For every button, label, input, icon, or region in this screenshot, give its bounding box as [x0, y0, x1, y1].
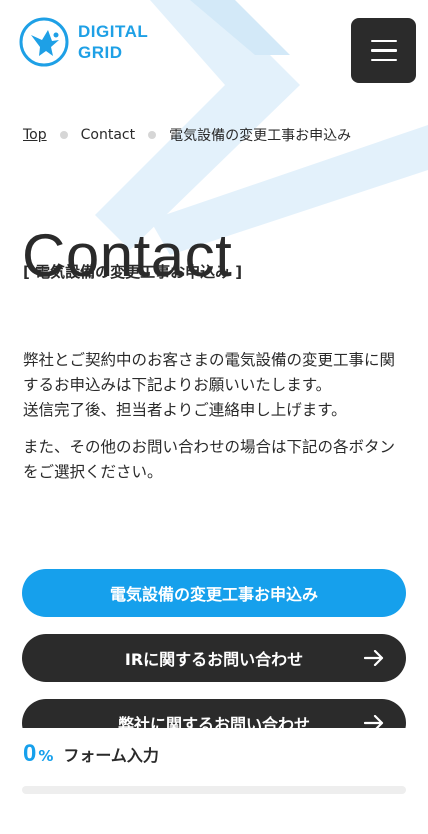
logo-line-1: DIGITAL	[78, 22, 149, 41]
intro-line-1: 弊社とご契約中のお客さまの電気設備の変更工事に関するお申込みは下記よりお願いいた…	[23, 351, 396, 394]
breadcrumb: Top Contact 電気設備の変更工事お申込み	[23, 125, 351, 145]
progress-unit: %	[38, 747, 54, 765]
progress-readout: 0 % フォーム入力	[23, 740, 159, 768]
form-progress-panel: 0 % フォーム入力	[0, 728, 428, 834]
ir-inquiry-button[interactable]: IRに関するお問い合わせ	[22, 634, 406, 682]
ir-inquiry-label: IRに関するお問い合わせ	[124, 650, 304, 669]
intro-text: 弊社とご契約中のお客さまの電気設備の変更工事に関するお申込みは下記よりお願いいた…	[23, 348, 403, 485]
logo[interactable]: DIGITAL GRID	[18, 16, 148, 68]
intro-paragraph-2: また、その他のお問い合わせの場合は下記の各ボタンをご選択ください。	[23, 438, 396, 481]
logo-line-2: GRID	[78, 43, 123, 62]
electrical-work-application-label: 電気設備の変更工事お申込み	[109, 585, 318, 604]
hamburger-icon-bar-2	[370, 49, 397, 52]
site-header: DIGITAL GRID	[0, 0, 428, 100]
hamburger-icon	[370, 39, 397, 43]
hamburger-menu-button[interactable]	[351, 18, 416, 83]
progress-value: 0	[23, 740, 37, 767]
electrical-work-application-button[interactable]: 電気設備の変更工事お申込み	[22, 569, 406, 617]
breadcrumb-current: 電気設備の変更工事お申込み	[169, 128, 352, 144]
intro-paragraph-1: 弊社とご契約中のお客さまの電気設備の変更工事に関するお申込みは下記よりお願いいた…	[23, 348, 403, 423]
logo-wordmark: DIGITAL GRID	[78, 21, 148, 63]
breadcrumb-separator-icon	[148, 131, 157, 139]
breadcrumb-separator-icon	[59, 131, 68, 139]
breadcrumb-top-link[interactable]: Top	[23, 127, 47, 143]
bird-logo-icon	[19, 17, 69, 67]
breadcrumb-contact: Contact	[80, 127, 136, 143]
hamburger-icon-bar-3	[370, 58, 397, 62]
page-subtitle: [ 電気設備の変更工事お申込み ]	[23, 263, 243, 281]
progress-bar	[22, 786, 406, 794]
intro-line-2: 送信完了後、担当者よりご連絡申し上げます。	[23, 401, 347, 419]
arrow-right-icon	[364, 650, 384, 666]
progress-label: フォーム入力	[63, 746, 159, 765]
